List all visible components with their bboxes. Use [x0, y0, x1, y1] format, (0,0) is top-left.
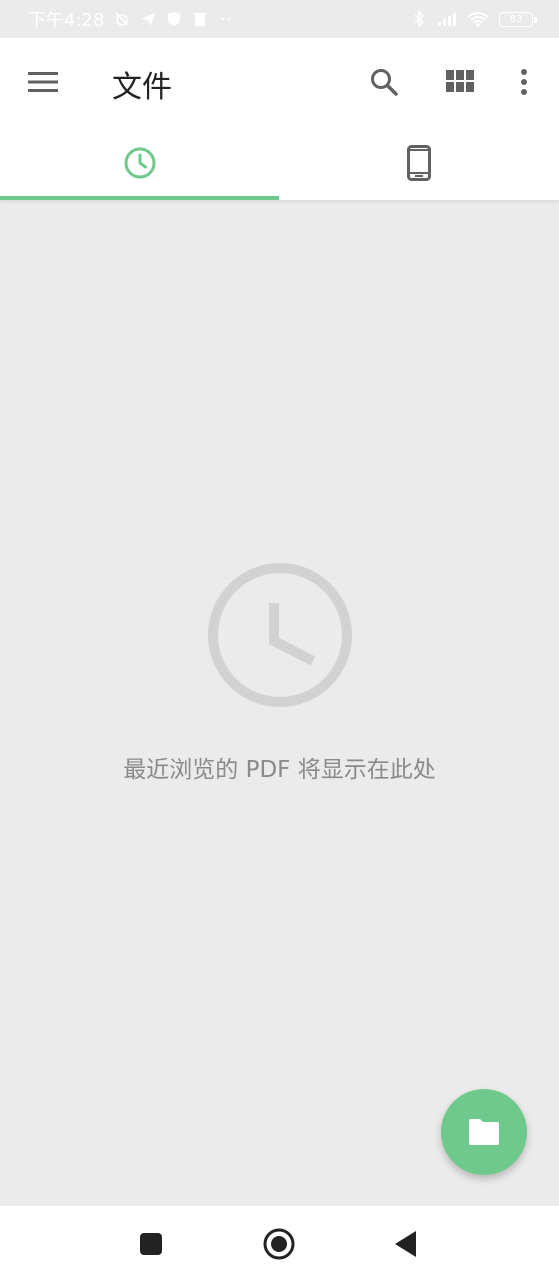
clock-icon [207, 563, 352, 707]
tab-indicator [0, 196, 279, 200]
wifi-icon [467, 12, 489, 27]
status-right: 83 [411, 11, 537, 27]
bluetooth-icon [414, 11, 425, 27]
recents-square-icon [140, 1233, 162, 1255]
phone-icon [407, 145, 431, 181]
home-circle-icon [263, 1228, 295, 1260]
mute-alarm-icon [115, 12, 129, 26]
tab-recent[interactable] [0, 126, 279, 200]
search-icon [371, 69, 398, 96]
recents-button[interactable] [131, 1224, 171, 1264]
clock-icon [124, 147, 155, 179]
open-folder-button[interactable] [441, 1089, 527, 1175]
tab-device[interactable] [279, 126, 559, 200]
home-button[interactable] [259, 1224, 299, 1264]
delete-icon [194, 13, 207, 26]
status-bar: 下午4:28 83 [0, 0, 559, 38]
search-button[interactable] [364, 62, 404, 102]
empty-state: 最近浏览的 PDF 将显示在此处 [0, 560, 559, 784]
system-nav-bar [0, 1206, 559, 1280]
more-vert-icon [521, 69, 527, 95]
back-triangle-icon [395, 1231, 416, 1257]
grid-view-icon [446, 70, 474, 92]
page-title: 文件 [112, 70, 172, 105]
menu-button[interactable] [22, 64, 64, 100]
tab-bar [0, 126, 559, 200]
battery-icon: 83 [499, 11, 537, 27]
app-bar: 文件 [0, 38, 559, 126]
send-icon [141, 13, 156, 26]
more-dots-icon [222, 17, 231, 21]
shield-icon [168, 12, 181, 26]
back-button[interactable] [386, 1224, 426, 1264]
status-time: 下午4:28 [28, 10, 105, 31]
more-options-button[interactable] [504, 62, 544, 102]
grid-view-button[interactable] [440, 62, 480, 102]
empty-state-message: 最近浏览的 PDF 将显示在此处 [123, 757, 436, 783]
signal-icon [438, 13, 456, 26]
menu-icon [28, 72, 58, 92]
status-left: 下午4:28 [28, 6, 234, 32]
folder-icon [469, 1119, 499, 1145]
